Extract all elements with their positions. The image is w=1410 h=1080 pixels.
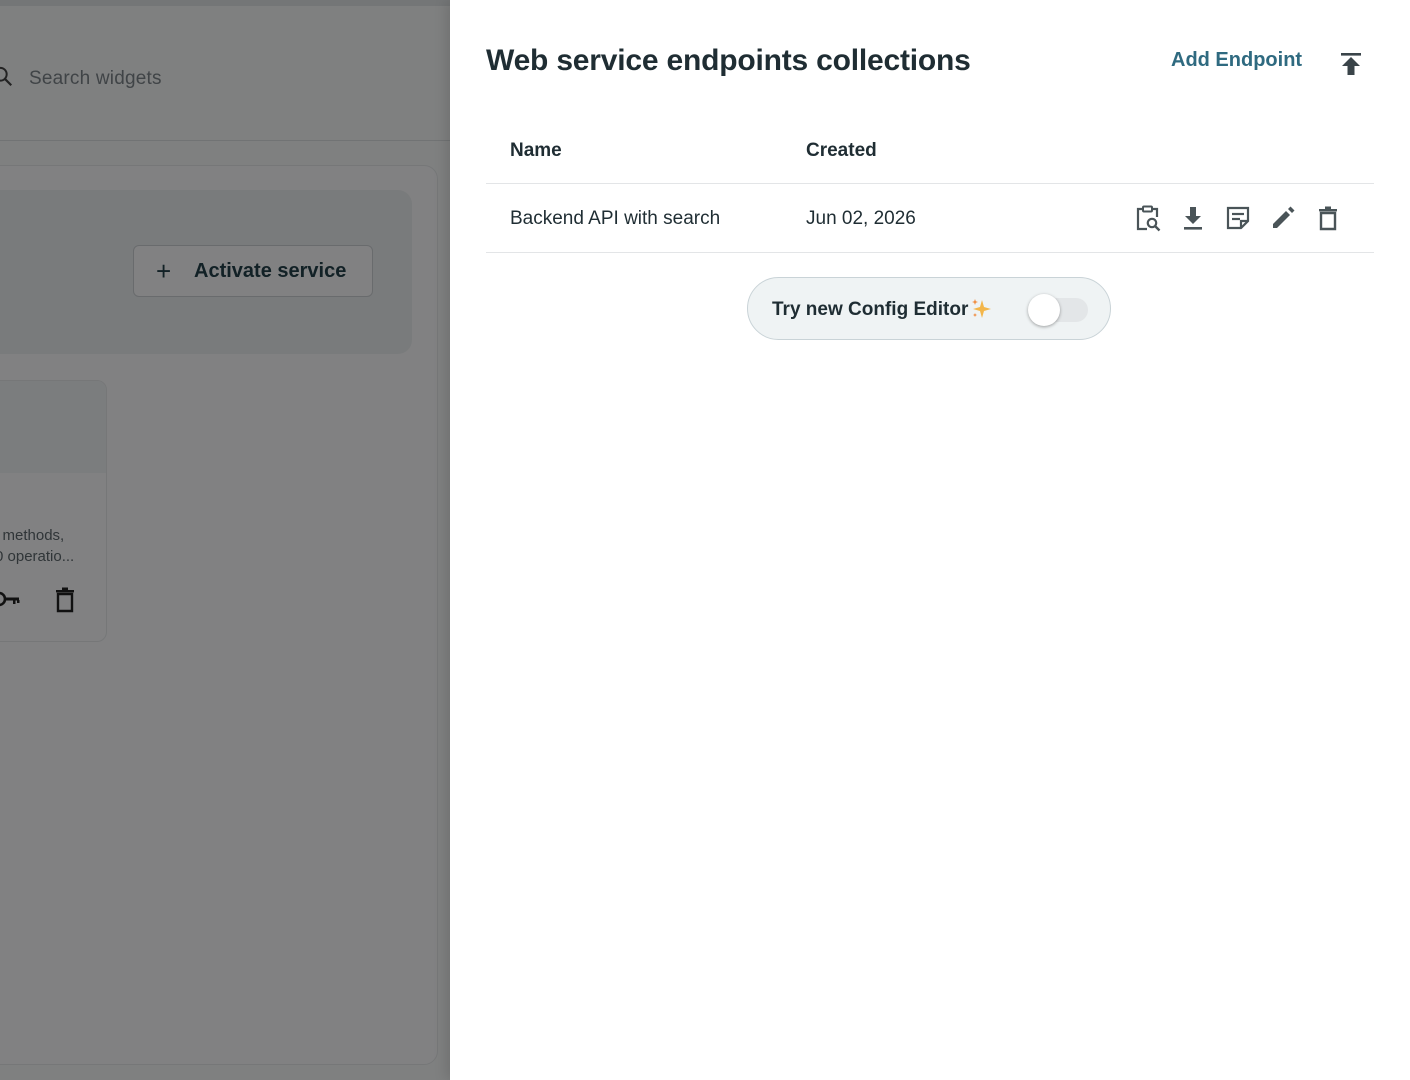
delete-icon[interactable]: [1314, 204, 1342, 232]
table-header: Name Created: [486, 118, 1374, 184]
add-endpoint-button[interactable]: Add Endpoint: [1171, 49, 1302, 72]
column-header-name[interactable]: Name: [510, 140, 562, 162]
edit-icon[interactable]: [1269, 204, 1297, 232]
notes-icon[interactable]: [1224, 204, 1252, 232]
column-header-created[interactable]: Created: [806, 140, 877, 162]
endpoints-drawer: Web service endpoints collections Add En…: [450, 0, 1410, 1080]
toggle-knob: [1028, 294, 1060, 326]
download-icon[interactable]: [1179, 204, 1207, 232]
config-editor-toggle-pill: Try new Config Editor: [747, 277, 1111, 340]
endpoint-created-date: Jun 02, 2026: [806, 208, 916, 229]
drawer-title: Web service endpoints collections: [486, 44, 971, 77]
endpoints-table: Name Created Backend API with search Jun…: [486, 118, 1374, 253]
modal-backdrop[interactable]: [0, 0, 450, 1080]
endpoint-name[interactable]: Backend API with search: [510, 208, 720, 230]
sparkle-icon: [972, 299, 991, 318]
config-editor-toggle[interactable]: [1028, 291, 1088, 327]
clipboard-search-icon[interactable]: [1134, 204, 1162, 232]
table-row[interactable]: Backend API with search Jun 02, 2026: [486, 184, 1374, 253]
config-editor-label: Try new Config Editor: [772, 299, 969, 320]
collapse-drawer-icon[interactable]: [1338, 50, 1364, 78]
